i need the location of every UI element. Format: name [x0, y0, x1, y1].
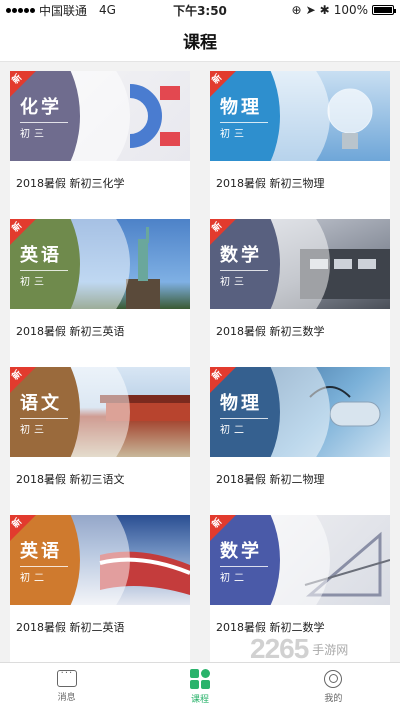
course-icon — [189, 668, 210, 689]
course-card[interactable]: 物理 初二新 2018暑假 新初二物理 — [210, 367, 390, 515]
course-title: 2018暑假 新初二英语 — [16, 621, 125, 634]
location-icon: ➤ — [305, 3, 316, 17]
signal-icon — [6, 7, 35, 13]
course-title: 2018暑假 新初三物理 — [216, 177, 325, 190]
course-card[interactable]: 化学 初三新 2018暑假 新初三化学 — [10, 71, 190, 219]
course-title: 2018暑假 新初二物理 — [216, 473, 325, 486]
tab-label: 课程 — [190, 694, 209, 705]
grade-label: 初三 — [20, 121, 68, 140]
network-label: 4G — [99, 3, 116, 17]
course-card[interactable]: 英语 初三新 2018暑假 新初三英语 — [10, 219, 190, 367]
battery-level — [374, 7, 392, 13]
course-thumbnail: 语文 初三新 — [10, 367, 190, 457]
grade-label: 初三 — [220, 121, 268, 140]
tab-profile[interactable]: 我的 — [267, 663, 400, 710]
battery-icon — [372, 5, 396, 15]
course-thumbnail: 物理 初三新 — [210, 71, 390, 161]
course-thumbnail: 数学 初二新 — [210, 515, 390, 605]
course-title: 2018暑假 新初三化学 — [16, 177, 125, 190]
course-thumbnail: 数学 初三新 — [210, 219, 390, 309]
tab-bar: 消息 课程 我的 — [0, 662, 400, 710]
tab-messages[interactable]: 消息 — [0, 663, 133, 710]
course-grid: 化学 初三新 2018暑假 新初三化学 物理 初三新 2018暑假 新初三物理英语 初三新 2… — [0, 62, 400, 662]
profile-icon — [324, 669, 343, 688]
carrier-label: 中国联通 — [39, 3, 88, 18]
course-card[interactable]: 语文 初三新 2018暑假 新初三语文 — [10, 367, 190, 515]
course-thumbnail: 化学 初三新 — [10, 71, 190, 161]
course-card[interactable]: 英语 初二新 2018暑假 新初二英语 — [10, 515, 190, 662]
grade-label: 初三 — [20, 269, 68, 288]
grade-label: 初二 — [20, 565, 68, 584]
course-title: 2018暑假 新初二数学 — [216, 621, 325, 634]
grade-label: 初三 — [220, 269, 268, 288]
lock-rotation-icon: ⊕ — [291, 3, 302, 17]
course-list[interactable]: 化学 初三新 2018暑假 新初三化学 物理 初三新 2018暑假 新初三物理英语 初三新 2… — [0, 62, 400, 662]
grade-label: 初二 — [220, 565, 268, 584]
grade-label: 初三 — [20, 417, 68, 436]
course-card[interactable]: 数学 初二新 2018暑假 新初二数学 — [210, 515, 390, 662]
page-title: 课程 — [183, 33, 217, 53]
course-card[interactable]: 数学 初三新 2018暑假 新初三数学 — [210, 219, 390, 367]
course-title: 2018暑假 新初三英语 — [16, 325, 125, 338]
bluetooth-icon: ✱ — [319, 3, 330, 17]
battery-percent: 100% — [333, 3, 368, 17]
tab-courses[interactable]: 课程 — [133, 663, 266, 710]
nav-bar: 课程 — [0, 20, 400, 62]
tab-label: 我的 — [324, 693, 343, 704]
tab-label: 消息 — [57, 693, 76, 703]
status-bar: 中国联通 4G 下午3:50 ⊕ ➤ ✱ 100% — [0, 0, 400, 20]
course-thumbnail: 英语 初二新 — [10, 515, 190, 605]
course-thumbnail: 物理 初二新 — [210, 367, 390, 457]
status-right: ⊕ ➤ ✱ 100% — [291, 3, 396, 17]
course-card[interactable]: 物理 初三新 2018暑假 新初三物理 — [210, 71, 390, 219]
course-title: 2018暑假 新初三语文 — [16, 473, 125, 486]
grade-label: 初二 — [220, 417, 268, 436]
message-icon — [56, 668, 77, 687]
course-title: 2018暑假 新初三数学 — [216, 325, 325, 338]
status-left: 中国联通 4G — [6, 2, 116, 19]
course-thumbnail: 英语 初三新 — [10, 219, 190, 309]
